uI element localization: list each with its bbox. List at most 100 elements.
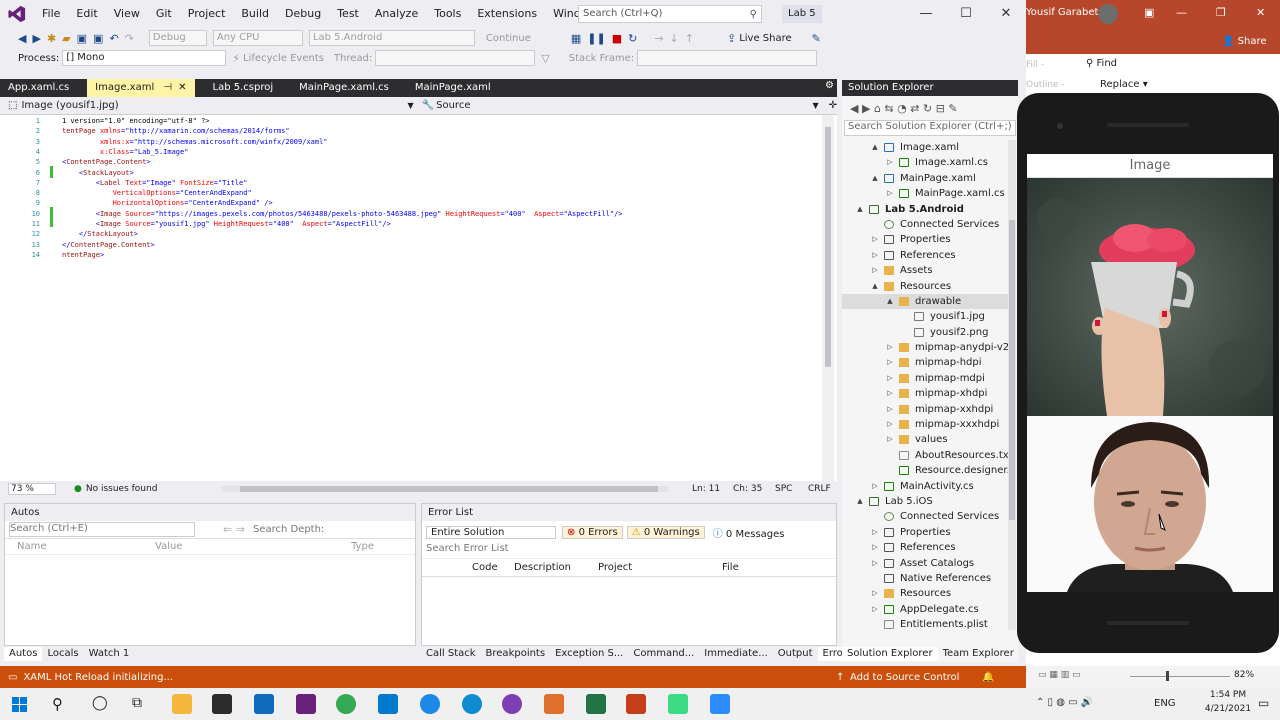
menu-git[interactable]: Git — [148, 0, 180, 28]
process-dropdown[interactable]: [] Mono — [62, 50, 227, 66]
expand-arrow-icon[interactable]: ▲ — [870, 279, 880, 294]
expand-arrow-icon[interactable]: ▷ — [870, 248, 880, 263]
tab-command-[interactable]: Command... — [628, 647, 699, 661]
add-to-source-control-button[interactable]: Add to Source Control — [850, 672, 959, 683]
close-tab-icon[interactable]: ✕ — [178, 82, 186, 93]
restart-icon[interactable]: ↻ — [628, 32, 637, 45]
home-icon[interactable]: ⌂ — [874, 102, 881, 115]
tree-item[interactable]: ▷ Resources — [842, 586, 1008, 601]
switch-views-icon[interactable]: ⇆ — [884, 102, 893, 115]
tab-solution-explorer[interactable]: Solution Explorer — [842, 647, 938, 661]
visual-studio-logo-icon[interactable] — [8, 5, 26, 23]
avatar[interactable] — [1098, 4, 1118, 24]
expand-arrow-icon[interactable]: ▷ — [870, 556, 880, 571]
expand-arrow-icon[interactable]: ▲ — [855, 494, 865, 509]
expand-arrow-icon[interactable]: ▷ — [885, 155, 895, 170]
tree-scrollbar[interactable] — [1008, 140, 1016, 630]
tree-item[interactable]: AboutResources.txt — [842, 448, 1008, 463]
expand-arrow-icon[interactable]: ▷ — [885, 371, 895, 386]
tree-item[interactable]: ▷ References — [842, 540, 1008, 555]
notifications-icon[interactable]: 🔔 — [982, 672, 994, 683]
tab-autos[interactable]: Autos — [4, 647, 43, 661]
menu-build[interactable]: Build — [233, 0, 277, 28]
save-all-icon[interactable]: ▣ — [93, 32, 103, 45]
thread-dropdown[interactable] — [375, 50, 536, 66]
app-icon[interactable] — [586, 694, 606, 714]
language-indicator[interactable]: ENG — [1154, 698, 1176, 709]
file-explorer-icon[interactable] — [172, 694, 192, 714]
edge-icon[interactable] — [462, 694, 482, 714]
tree-item[interactable]: ▷ mipmap-xxhdpi — [842, 402, 1008, 417]
messages-filter[interactable]: ⓘ 0 Messages — [709, 525, 789, 540]
scope-dropdown[interactable]: Entire Solution — [426, 525, 556, 539]
menu-view[interactable]: View — [106, 0, 148, 28]
tree-item[interactable]: Connected Services — [842, 509, 1008, 524]
tree-item[interactable]: yousif1.jpg — [842, 309, 1008, 324]
expand-arrow-icon[interactable]: ▷ — [885, 340, 895, 355]
pause-icon[interactable]: ❚❚ — [587, 32, 605, 45]
tab-locals[interactable]: Locals — [42, 647, 83, 661]
tree-item[interactable]: ▷ mipmap-mdpi — [842, 371, 1008, 386]
tab-lab-5-csproj[interactable]: Lab 5.csproj — [205, 79, 282, 97]
tab-app-xaml-cs[interactable]: App.xaml.cs — [0, 79, 77, 97]
properties-icon[interactable]: ✎ — [948, 102, 957, 115]
expand-arrow-icon[interactable]: ▷ — [870, 525, 880, 540]
ribbon-display-icon[interactable]: ▣ — [1144, 6, 1154, 19]
menu-test[interactable]: Test — [329, 0, 367, 28]
collapse-all-icon[interactable]: ⊟ — [936, 102, 945, 115]
expand-arrow-icon[interactable]: ▷ — [870, 232, 880, 247]
pending-changes-icon[interactable]: ◔ — [897, 102, 907, 115]
tab-settings-icon[interactable]: ⚙ — [825, 80, 834, 91]
code-editor[interactable]: 1 2 3 4 5 6 7 8 9 10 11 12 13 14 1 version="1.0" enco… — [0, 115, 837, 481]
lifecycle-events-dropdown[interactable]: Lifecycle Events — [243, 53, 324, 64]
warnings-filter[interactable]: ⚠ 0 Warnings — [626, 525, 705, 539]
menu-extensions[interactable]: Extensions — [469, 0, 545, 28]
tree-item[interactable]: ▷ Properties — [842, 525, 1008, 540]
tree-item[interactable]: ▲ drawable — [842, 293, 1008, 310]
line-ending-indicator[interactable]: CRLF — [808, 484, 831, 494]
restore-icon[interactable]: ❐ — [1216, 6, 1226, 19]
expand-arrow-icon[interactable]: ▷ — [870, 263, 880, 278]
zoom-slider[interactable] — [1130, 671, 1230, 681]
menu-project[interactable]: Project — [180, 0, 234, 28]
split-editor-icon[interactable]: ✛ — [829, 100, 837, 111]
visual-studio-icon[interactable] — [296, 694, 316, 714]
replace-button[interactable]: Replace ▾ — [1100, 79, 1148, 90]
solution-search-input[interactable]: Search Solution Explorer (Ctrl+;) — [844, 120, 1016, 136]
tree-item[interactable]: ▲ Resources — [842, 279, 1008, 294]
open-folder-icon[interactable]: ▰ — [62, 32, 70, 45]
tree-item[interactable]: ▷ References — [842, 248, 1008, 263]
back-icon[interactable]: ◀ — [18, 32, 26, 45]
search-input[interactable]: Search (Ctrl+Q) ⚲ — [578, 5, 762, 23]
tree-item[interactable]: ▷ MainPage.xaml.cs — [842, 186, 1008, 201]
expand-arrow-icon[interactable]: ▷ — [885, 186, 895, 201]
tree-item[interactable]: ▷ MainActivity.cs — [842, 479, 1008, 494]
zoom-dropdown[interactable]: 73 % — [8, 483, 56, 495]
expand-arrow-icon[interactable]: ▷ — [870, 586, 880, 601]
expand-arrow-icon[interactable]: ▷ — [870, 479, 880, 494]
windows-start-icon[interactable] — [12, 697, 27, 712]
tree-item[interactable]: Entitlements.plist — [842, 617, 1008, 632]
tab-team-explorer[interactable]: Team Explorer — [938, 647, 1019, 661]
expand-arrow-icon[interactable]: ▲ — [855, 202, 865, 217]
expand-arrow-icon[interactable]: ▷ — [885, 432, 895, 447]
tab-mainpage-xaml[interactable]: MainPage.xaml — [407, 79, 499, 97]
menu-tools[interactable]: Tools — [426, 0, 469, 28]
find-button[interactable]: ⚲ Find — [1086, 58, 1117, 69]
tree-item[interactable]: ▷ AppDelegate.cs — [842, 602, 1008, 617]
tab-image-xaml[interactable]: Image.xaml ⊣ ✕ — [87, 79, 195, 97]
tab-call-stack[interactable]: Call Stack — [421, 647, 481, 661]
tree-item[interactable]: ▲ Image.xaml — [842, 140, 1008, 155]
tree-item[interactable]: ▷ mipmap-hdpi — [842, 355, 1008, 370]
tab-watch-1[interactable]: Watch 1 — [84, 647, 135, 661]
forward-icon[interactable]: ▶ — [862, 102, 870, 115]
expand-arrow-icon[interactable]: ▷ — [885, 417, 895, 432]
forward-icon[interactable]: ▶ — [32, 32, 40, 45]
menu-debug[interactable]: Debug — [277, 0, 329, 28]
store-icon[interactable] — [212, 694, 232, 714]
zoom-icon[interactable] — [710, 694, 730, 714]
sync-icon[interactable]: ⇄ — [910, 102, 919, 115]
expand-arrow-icon[interactable]: ▷ — [885, 402, 895, 417]
tree-item[interactable]: ▲ MainPage.xaml — [842, 171, 1008, 186]
refresh-icon[interactable]: ↻ — [923, 102, 932, 115]
